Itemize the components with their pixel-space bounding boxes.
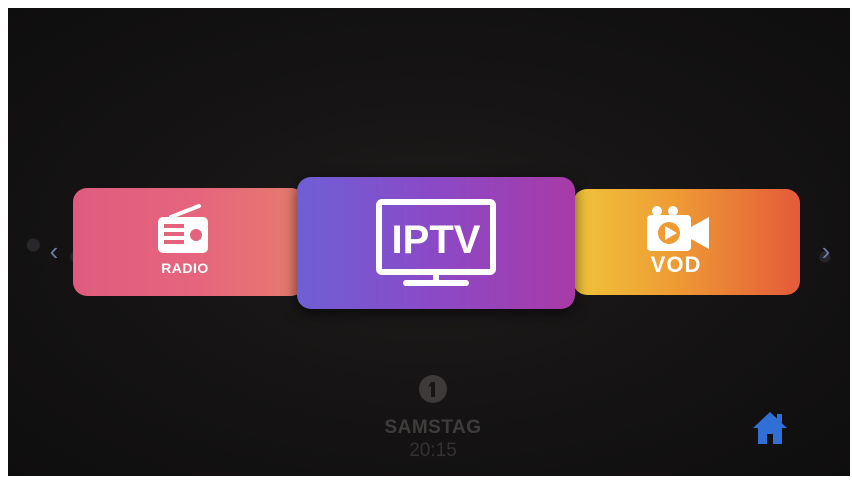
radio-icon [158, 204, 208, 253]
channel-time: 20:15 [409, 440, 457, 461]
radio-tile[interactable]: RADIO [73, 188, 305, 296]
channel-info: SAMSTAG 20:15 [368, 374, 498, 462]
vod-label: VOD [650, 252, 702, 277]
das-erste-logo [419, 375, 447, 403]
home-icon[interactable] [751, 410, 789, 446]
radio-label: RADIO [161, 260, 209, 276]
video-camera-icon [647, 206, 709, 251]
vod-tile[interactable]: VOD [573, 189, 800, 295]
tv-icon: IPTV [376, 199, 496, 286]
iptv-tile[interactable]: IPTV [297, 177, 575, 309]
iptv-label: IPTV [392, 218, 481, 262]
channel-day: SAMSTAG [384, 417, 482, 438]
tv-screen: ‹ › RADIO IPTV VOD SAMSTAG 20:15 [8, 8, 850, 476]
previous-arrow[interactable]: ‹ [44, 236, 64, 266]
next-arrow[interactable]: › [816, 236, 836, 266]
